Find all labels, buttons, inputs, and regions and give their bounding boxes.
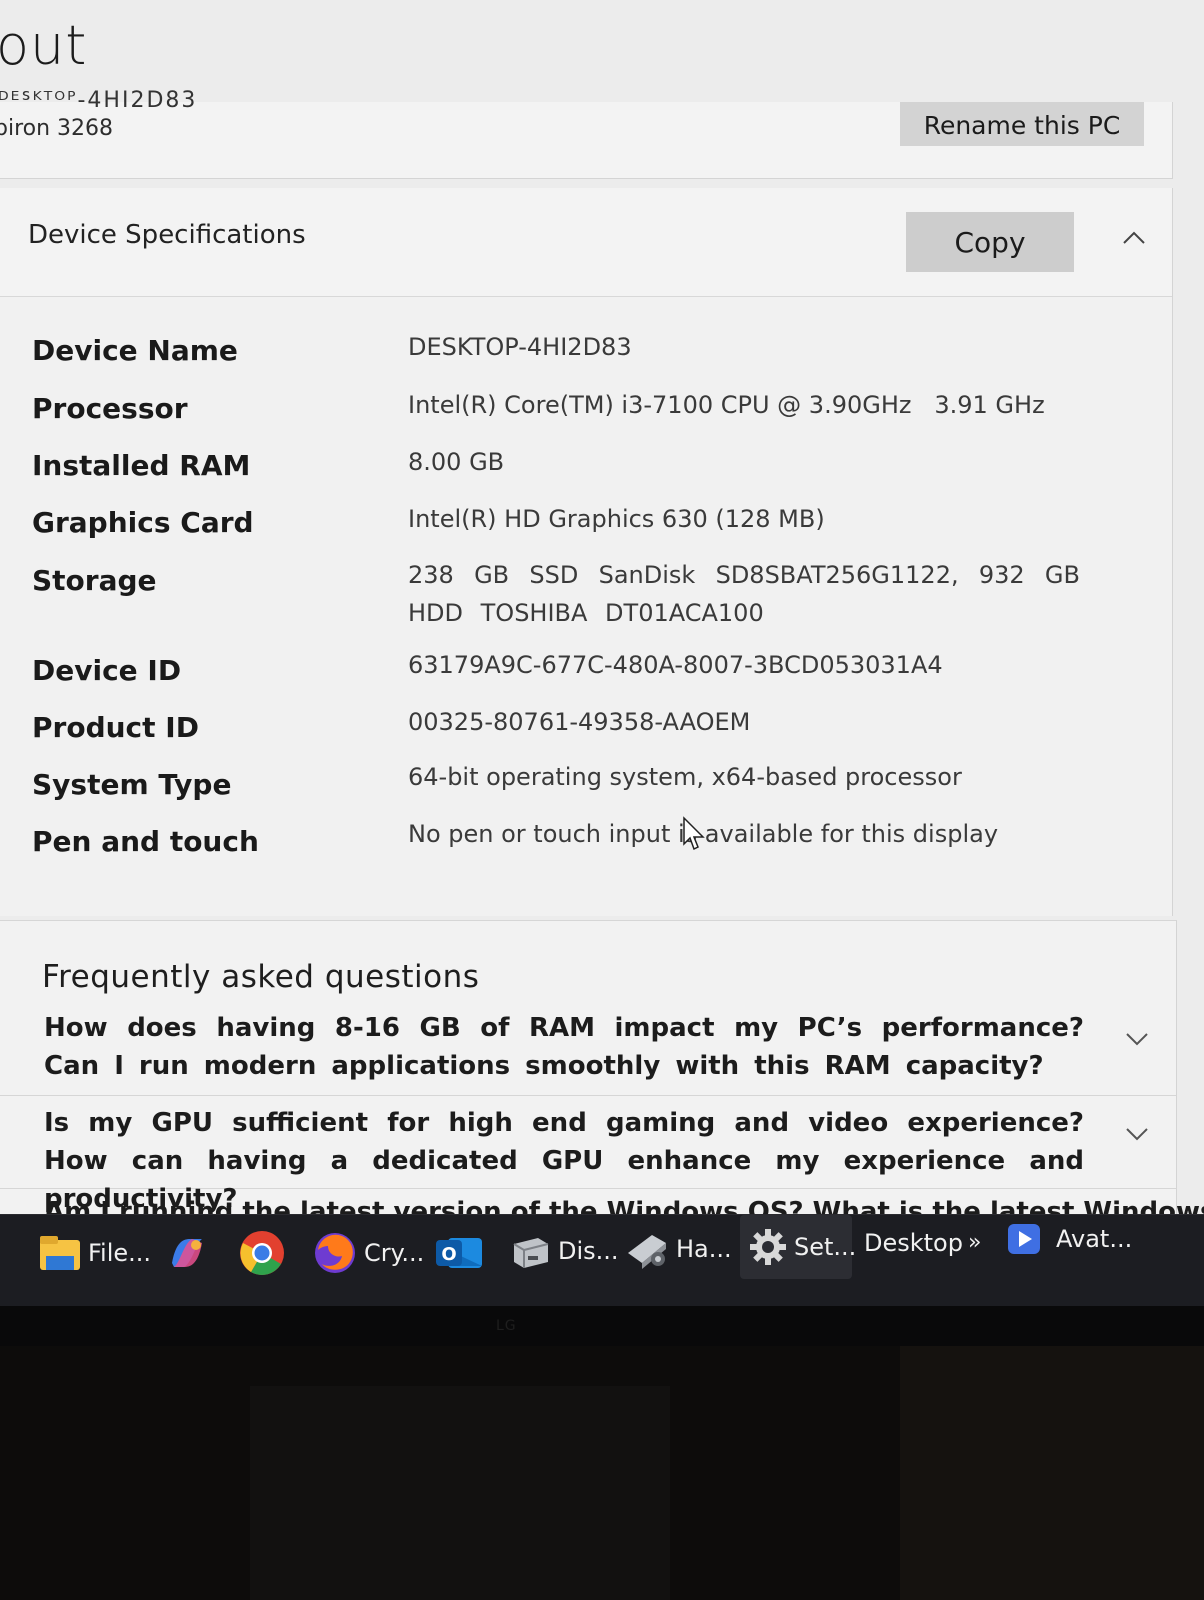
spec-label: Product ID bbox=[32, 711, 199, 744]
spec-label: System Type bbox=[32, 768, 232, 801]
device-name-cut-text: ᴰᴱᔆᴷᵀᴼᴾ-4HI2D83 bbox=[0, 88, 198, 113]
taskbar-avatar-app[interactable]: Avat... bbox=[1006, 1209, 1132, 1269]
monitor-brand-logo: LG bbox=[496, 1318, 517, 1334]
spec-value: 00325-80761-49358-AAOEM bbox=[408, 708, 751, 736]
background-object bbox=[250, 1386, 670, 1600]
spec-value: Intel(R) Core(TM) i3-7100 CPU @ 3.90GHz … bbox=[408, 391, 1045, 419]
disk-management-icon bbox=[513, 1238, 549, 1268]
chevron-up-icon[interactable] bbox=[1120, 224, 1148, 252]
taskbar: File... Cry... O Dis... Ha... Set... Des… bbox=[0, 1214, 1204, 1307]
spec-label: Storage bbox=[32, 564, 157, 597]
taskbar-firefox[interactable]: Cry... bbox=[312, 1223, 424, 1283]
taskbar-label: Set... bbox=[794, 1233, 857, 1261]
faq-item-gpu[interactable]: Is my GPU sufficient for high end gaming… bbox=[0, 1096, 1176, 1214]
spec-value: 8.00 GB bbox=[408, 448, 505, 476]
background-room bbox=[0, 1346, 1204, 1600]
taskbar-label: File... bbox=[88, 1239, 152, 1267]
model-name: piron 3268 bbox=[0, 116, 114, 141]
spec-label: Installed RAM bbox=[32, 449, 251, 482]
settings-window: out ᴰᴱᔆᴷᵀᴼᴾ-4HI2D83 piron 3268 Rename th… bbox=[0, 0, 1204, 1236]
spec-label: Graphics Card bbox=[32, 506, 254, 539]
spec-label: Processor bbox=[32, 392, 188, 425]
rename-pc-button[interactable]: Rename this PC bbox=[900, 102, 1144, 146]
page-title: out bbox=[0, 14, 88, 77]
spec-label: Pen and touch bbox=[32, 825, 259, 858]
spec-label: Device ID bbox=[32, 654, 182, 687]
taskbar-label: Avat... bbox=[1056, 1225, 1133, 1253]
device-specifications-title: Device Specifications bbox=[28, 220, 306, 250]
chevron-down-icon[interactable] bbox=[1124, 1124, 1150, 1144]
spec-value: 64-bit operating system, x64-based proce… bbox=[408, 763, 962, 791]
outlook-icon: O bbox=[436, 1238, 482, 1268]
spec-value: No pen or touch input is available for t… bbox=[408, 820, 999, 848]
faq-question: How does having 8-16 GB of RAM impact my… bbox=[44, 1013, 1084, 1081]
background-object bbox=[900, 1346, 1204, 1600]
taskbar-overflow-button[interactable]: » bbox=[968, 1230, 981, 1255]
chevron-down-icon[interactable] bbox=[1124, 1029, 1150, 1049]
file-explorer-icon bbox=[40, 1236, 80, 1270]
taskbar-label: Ha... bbox=[676, 1235, 732, 1263]
taskbar-chrome[interactable] bbox=[238, 1223, 286, 1283]
taskbar-desktop[interactable]: Desktop bbox=[864, 1213, 963, 1273]
taskbar-label: Desktop bbox=[864, 1229, 963, 1257]
spec-value: Intel(R) HD Graphics 630 (128 MB) bbox=[408, 505, 825, 533]
faq-section: Frequently asked questions How does havi… bbox=[0, 920, 1204, 1236]
taskbar-disk-management[interactable]: Dis... bbox=[508, 1221, 619, 1281]
copilot-icon bbox=[172, 1239, 202, 1267]
faq-title: Frequently asked questions bbox=[42, 959, 480, 995]
mouse-pointer-icon bbox=[683, 816, 705, 851]
taskbar-file-explorer[interactable]: File... bbox=[38, 1223, 151, 1283]
spec-value: 63179A9C-677C-480A-8007-3BCD053031A4 bbox=[408, 651, 943, 679]
media-play-icon bbox=[1008, 1224, 1040, 1254]
device-specifications-card: Device Specifications Copy Device Name D… bbox=[0, 188, 1173, 916]
spec-value: DESKTOP-4HI2D83 bbox=[408, 333, 632, 361]
firefox-icon bbox=[315, 1233, 355, 1273]
spec-value: 238 GB SSD SanDisk SD8SBAT256G1122, 932 … bbox=[408, 561, 1080, 627]
faq-item-ram[interactable]: How does having 8-16 GB of RAM impact my… bbox=[0, 1003, 1176, 1096]
copy-button[interactable]: Copy bbox=[906, 212, 1074, 272]
taskbar-label: Dis... bbox=[558, 1237, 619, 1265]
taskbar-copilot[interactable] bbox=[166, 1223, 208, 1283]
taskbar-settings[interactable]: Set... bbox=[740, 1215, 856, 1279]
taskbar-outlook[interactable]: O bbox=[434, 1223, 484, 1283]
hardware-icon bbox=[628, 1235, 666, 1269]
spec-label: Device Name bbox=[32, 334, 238, 367]
monitor-bezel: LG bbox=[0, 1306, 1204, 1346]
settings-gear-icon bbox=[750, 1229, 786, 1265]
svg-text:O: O bbox=[441, 1244, 456, 1265]
taskbar-hardware[interactable]: Ha... bbox=[626, 1219, 732, 1279]
chrome-icon bbox=[240, 1231, 284, 1275]
device-specifications-header[interactable]: Device Specifications Copy bbox=[0, 188, 1172, 297]
taskbar-label: Cry... bbox=[364, 1239, 425, 1267]
device-name-card: ᴰᴱᔆᴷᵀᴼᴾ-4HI2D83 piron 3268 Rename this P… bbox=[0, 88, 1173, 179]
